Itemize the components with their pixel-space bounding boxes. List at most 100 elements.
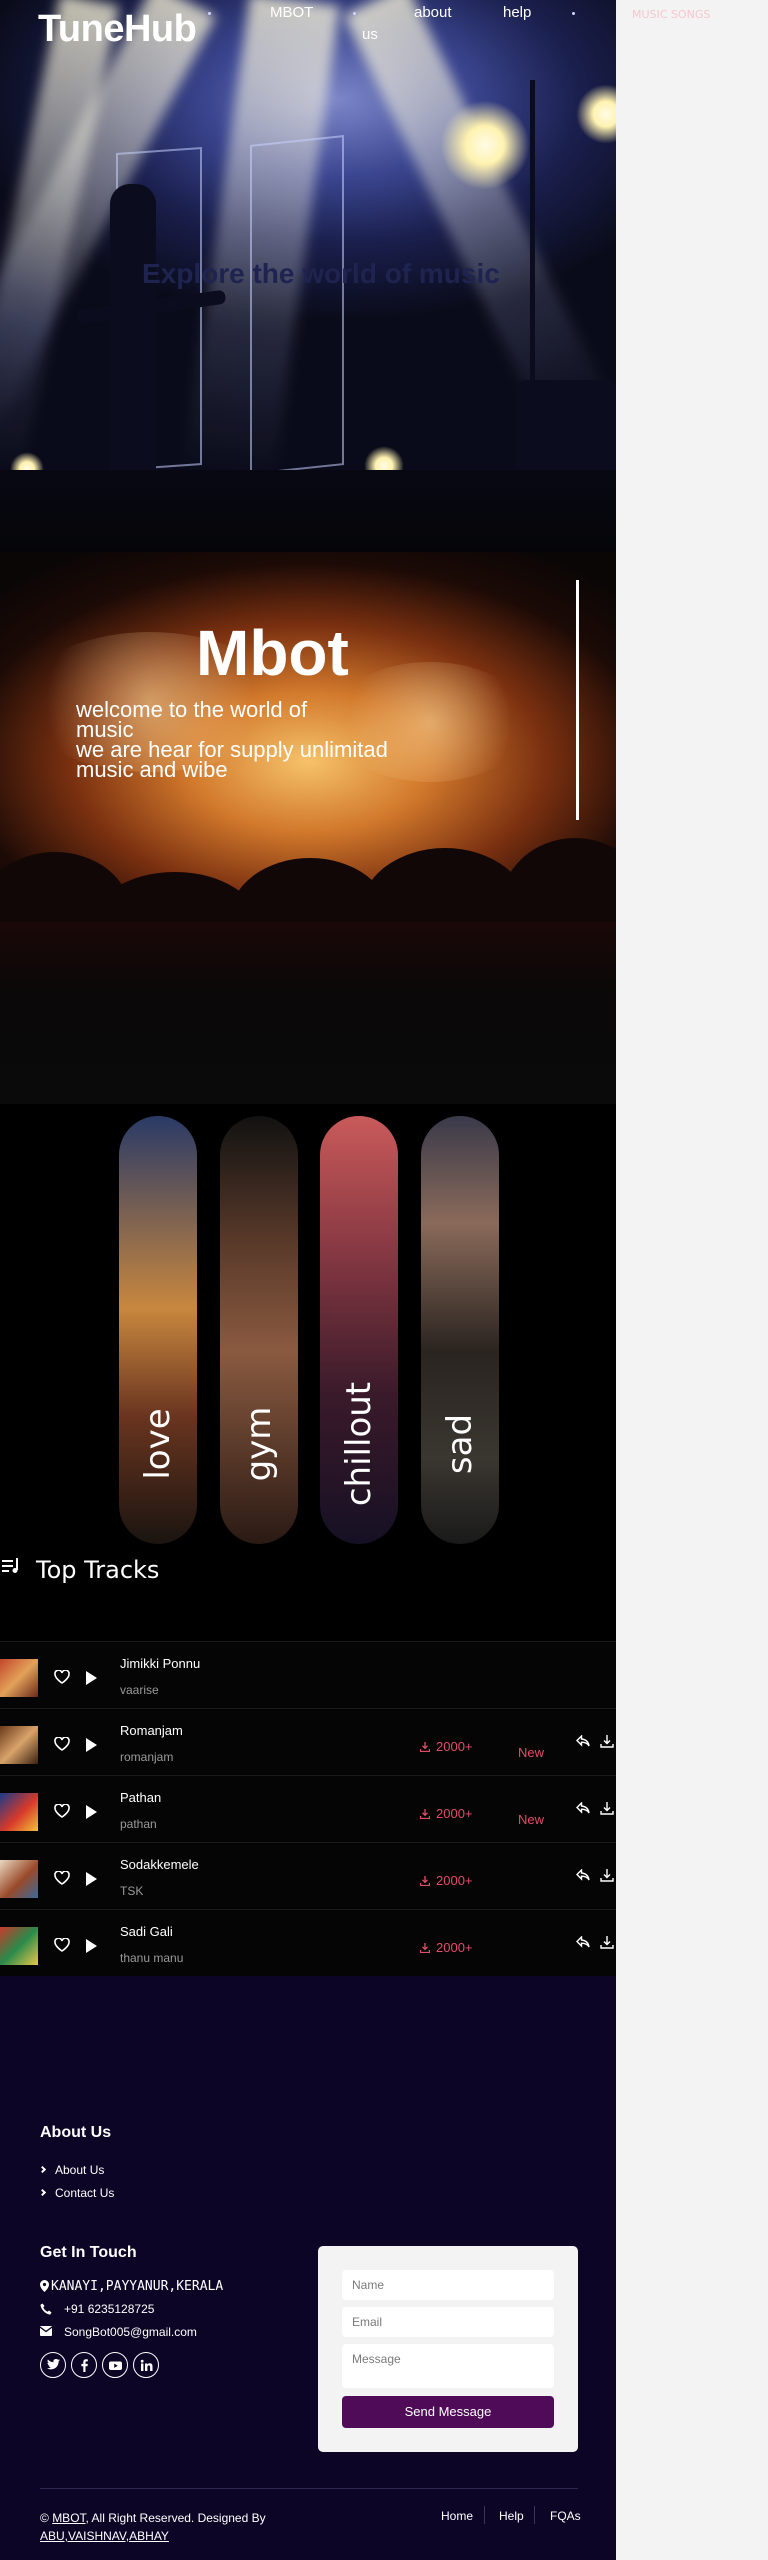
- stage-floor: [0, 470, 616, 552]
- facebook-button[interactable]: [71, 2352, 97, 2378]
- email[interactable]: SongBot005@gmail.com: [40, 2325, 197, 2339]
- mood-label: sad: [440, 1413, 480, 1475]
- footer-separator: [534, 2506, 535, 2524]
- youtube-icon: [109, 2361, 122, 2370]
- address: KANAYI,PAYYANUR,KERALA: [40, 2279, 223, 2294]
- download-icon[interactable]: [600, 1735, 614, 1748]
- message-textarea[interactable]: Message: [342, 2344, 554, 2388]
- email-input[interactable]: Email: [342, 2307, 554, 2337]
- hero-section: TuneHub MBOT about us help Explore the w…: [0, 0, 616, 552]
- phone-text: +91 6235128725: [64, 2302, 155, 2316]
- mood-section: love gym chillout sad: [0, 1104, 616, 1544]
- welcome-text: welcome to the world of music we are hea…: [76, 699, 436, 782]
- track-title: Sodakkemele: [120, 1857, 199, 1872]
- chevron-right-icon: [38, 2165, 47, 2174]
- share-icon[interactable]: [576, 1936, 590, 1948]
- mood-label: gym: [239, 1406, 279, 1482]
- download-icon[interactable]: [600, 1936, 614, 1949]
- mbot-title: Mbot: [196, 617, 349, 689]
- play-icon[interactable]: [86, 1738, 97, 1752]
- mood-card-gym[interactable]: gym: [220, 1116, 298, 1544]
- light-beam: [0, 0, 120, 476]
- nav-separator-dot: [353, 12, 356, 15]
- heart-icon[interactable]: [54, 1804, 70, 1818]
- share-icon[interactable]: [576, 1735, 590, 1747]
- mood-label: chillout: [339, 1381, 379, 1507]
- track-cover: [0, 1860, 38, 1898]
- copyright-text: , All Right Reserved. Designed By: [85, 2511, 266, 2525]
- guitarist-silhouette: [110, 184, 156, 484]
- nav-item-about-second-line[interactable]: us: [362, 26, 378, 43]
- about-heading: About Us: [40, 2124, 112, 2141]
- twitter-button[interactable]: [40, 2352, 66, 2378]
- name-input[interactable]: Name: [342, 2270, 554, 2300]
- download-count-icon: [419, 1742, 431, 1753]
- designers-link[interactable]: ABU,VAISHNAV,ABHAY: [40, 2529, 169, 2543]
- footer-link-contact[interactable]: Contact Us: [38, 2186, 115, 2200]
- footer-divider: [40, 2488, 578, 2489]
- footer-link-help[interactable]: Help: [499, 2509, 524, 2523]
- play-icon[interactable]: [86, 1805, 97, 1819]
- copyright-brand-link[interactable]: MBOT: [52, 2511, 85, 2525]
- play-icon[interactable]: [86, 1939, 97, 1953]
- track-subtitle: TSK: [120, 1884, 144, 1898]
- welcome-line: music and wibe: [76, 757, 228, 782]
- track-title: Romanjam: [120, 1723, 183, 1738]
- footer-link-about[interactable]: About Us: [38, 2163, 104, 2177]
- nav-item-about[interactable]: about: [414, 4, 452, 21]
- track-row[interactable]: Sodakkemele TSK 2000+: [0, 1842, 616, 1909]
- linkedin-icon: [140, 2359, 153, 2371]
- mood-card-sad[interactable]: sad: [421, 1116, 499, 1544]
- heart-icon[interactable]: [54, 1938, 70, 1952]
- download-count-text: 2000+: [436, 1940, 473, 1955]
- footer-link-faqs[interactable]: FQAs: [550, 2509, 581, 2523]
- footer-link-home[interactable]: Home: [441, 2509, 473, 2523]
- download-icon[interactable]: [600, 1802, 614, 1815]
- mood-card-love[interactable]: love: [119, 1116, 197, 1544]
- side-link[interactable]: MUSIC SONGS: [632, 8, 710, 21]
- track-title: Jimikki Ponnu: [120, 1656, 201, 1671]
- welcome-section: Mbot welcome to the world of music we ar…: [0, 552, 616, 1104]
- track-row[interactable]: Jimikki Ponnu vaarise: [0, 1641, 616, 1708]
- playlist-icon: [2, 1558, 18, 1573]
- footer-link-label: Contact Us: [55, 2186, 115, 2200]
- play-icon[interactable]: [86, 1671, 97, 1685]
- heart-icon[interactable]: [54, 1871, 70, 1885]
- brand-logo[interactable]: TuneHub: [38, 8, 197, 51]
- track-cover: [0, 1793, 38, 1831]
- share-icon[interactable]: [576, 1802, 590, 1814]
- track-subtitle: vaarise: [120, 1683, 159, 1697]
- track-row[interactable]: Pathan pathan 2000+ New: [0, 1775, 616, 1842]
- get-in-touch-heading: Get In Touch: [40, 2244, 137, 2261]
- linkedin-button[interactable]: [133, 2352, 159, 2378]
- download-icon[interactable]: [600, 1869, 614, 1882]
- heart-icon[interactable]: [54, 1670, 70, 1684]
- email-text: SongBot005@gmail.com: [64, 2325, 197, 2339]
- mood-label: love: [138, 1408, 178, 1480]
- nav-item-about-label: about: [414, 4, 452, 21]
- heart-icon[interactable]: [54, 1737, 70, 1751]
- download-count-icon: [419, 1809, 431, 1820]
- nav-item-help[interactable]: help: [503, 4, 531, 21]
- send-message-button[interactable]: Send Message: [342, 2396, 554, 2428]
- chevron-right-icon: [38, 2188, 47, 2197]
- track-subtitle: thanu manu: [120, 1951, 184, 1965]
- track-subtitle: romanjam: [120, 1750, 174, 1764]
- play-icon[interactable]: [86, 1872, 97, 1886]
- phone[interactable]: +91 6235128725: [40, 2302, 154, 2316]
- youtube-button[interactable]: [102, 2352, 128, 2378]
- track-title: Pathan: [120, 1790, 162, 1805]
- share-icon[interactable]: [576, 1869, 590, 1881]
- track-cover: [0, 1726, 38, 1764]
- track-row[interactable]: Romanjam romanjam 2000+ New: [0, 1708, 616, 1775]
- track-row[interactable]: Sadi Gali thanu manu 2000+: [0, 1909, 616, 1976]
- vertical-divider: [576, 580, 579, 820]
- twitter-icon: [47, 2359, 60, 2370]
- page: TuneHub MBOT about us help Explore the w…: [0, 0, 616, 2560]
- track-title: Sadi Gali: [120, 1924, 173, 1939]
- mood-card-chillout[interactable]: chillout: [320, 1116, 398, 1544]
- nav-item-mbot[interactable]: MBOT: [270, 4, 313, 21]
- address-text: KANAYI,PAYYANUR,KERALA: [51, 2279, 224, 2294]
- location-pin-icon: [40, 2280, 49, 2292]
- copyright-symbol: ©: [40, 2511, 49, 2525]
